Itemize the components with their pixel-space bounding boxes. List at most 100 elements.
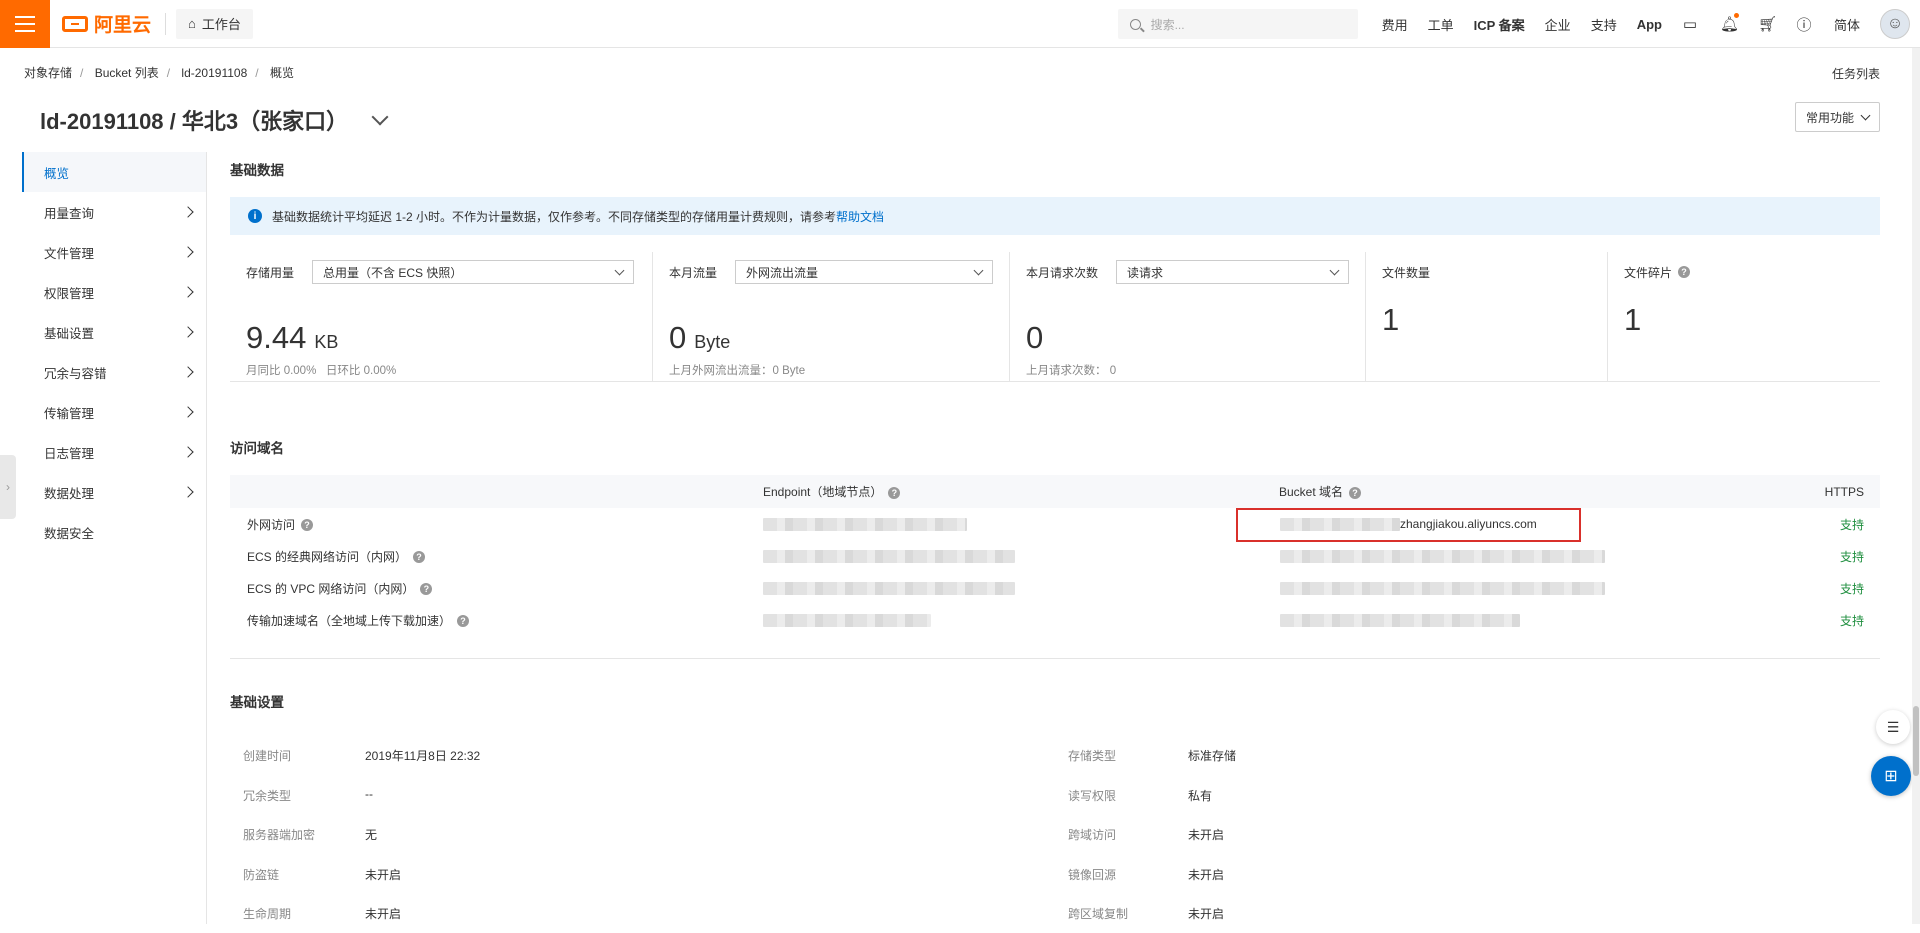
sidebar-item-basic-settings[interactable]: 基础设置 — [22, 312, 206, 352]
chevron-down-icon — [973, 265, 984, 275]
chevron-down-icon[interactable] — [371, 108, 389, 126]
settings-row: 冗余类型 -- 读写权限 私有 — [230, 775, 1880, 815]
section-divider — [230, 658, 1880, 659]
common-functions-button[interactable]: 常用功能 — [1794, 102, 1880, 132]
setting-label: 冗余类型 — [243, 788, 292, 803]
settings-row: 服务器端加密 无 跨域访问 未开启 — [230, 814, 1880, 854]
nav-fees[interactable]: 费用 — [1382, 15, 1408, 34]
help-icon[interactable]: ? — [1678, 266, 1691, 278]
storage-value: 9.44 KB — [246, 320, 339, 355]
help-doc-link[interactable]: 帮助文档 — [836, 208, 884, 225]
menu-icon[interactable] — [0, 0, 50, 48]
search-input[interactable]: 搜索... — [1117, 9, 1358, 39]
sidebar-collapse-tab[interactable]: › — [0, 455, 16, 519]
info-icon: i — [248, 209, 262, 223]
endpoint-value[interactable] — [763, 549, 1015, 564]
logo-divider — [165, 12, 167, 35]
sidebar-item-data-processing[interactable]: 数据处理 — [22, 472, 206, 512]
nav-support[interactable]: 支持 — [1591, 15, 1617, 34]
table-row: 外网访问? zhangjiakou.aliyuncs.com 支持 — [230, 508, 1880, 542]
setting-label: 跨域访问 — [1068, 828, 1117, 842]
sidebar-item-transfer[interactable]: 传输管理 — [22, 392, 206, 432]
breadcrumb-overview: 概览 — [269, 66, 294, 80]
setting-value: 未开启 — [1188, 867, 1225, 882]
bucket-domain-value[interactable] — [1280, 549, 1605, 564]
request-type-select[interactable]: 读请求 — [1116, 260, 1349, 284]
setting-value: -- — [365, 786, 373, 801]
terminal-icon[interactable]: ▭ — [1682, 15, 1698, 33]
storage-type-select[interactable]: 总用量（不含 ECS 快照） — [312, 260, 635, 284]
setting-value: 未开启 — [365, 867, 402, 882]
breadcrumb-oss[interactable]: 对象存储 — [24, 66, 72, 80]
sidebar-item-usage[interactable]: 用量查询 — [22, 192, 206, 232]
breadcrumb-bucket-list[interactable]: Bucket 列表 — [95, 66, 159, 80]
help-icon[interactable]: ? — [1349, 486, 1362, 499]
home-icon: ⌂ — [188, 16, 196, 31]
help-icon[interactable]: ? — [301, 519, 314, 532]
settings-row: 防盗链 未开启 镜像回源 未开启 — [230, 854, 1880, 894]
task-list-link[interactable]: 任务列表 — [1832, 65, 1880, 82]
setting-label: 跨区域复制 — [1068, 907, 1129, 921]
endpoint-value[interactable] — [763, 517, 967, 532]
setting-label: 创建时间 — [243, 749, 292, 763]
traffic-type-select[interactable]: 外网流出流量 — [735, 260, 993, 284]
settings-list: 创建时间 2019年11月8日 22:32 存储类型 标准存储 冗余类型 -- … — [230, 735, 1880, 933]
workbench-button[interactable]: ⌂ 工作台 — [176, 8, 253, 39]
chevron-right-icon — [182, 206, 194, 218]
scrollbar[interactable] — [1912, 48, 1920, 924]
settings-row: 创建时间 2019年11月8日 22:32 存储类型 标准存储 — [230, 735, 1880, 775]
setting-label: 服务器端加密 — [243, 828, 316, 842]
stat-requests: 本月请求次数 读请求 0 上月请求次数： 0 — [1010, 252, 1366, 381]
row-name: ECS 的经典网络访问（内网）? — [247, 548, 426, 565]
endpoint-value[interactable] — [763, 613, 931, 628]
bell-icon[interactable]: 🔔︎ — [1720, 13, 1739, 33]
avatar[interactable]: ☺ — [1880, 9, 1910, 39]
top-navbar: 阿里云 ⌂ 工作台 搜索... 费用 工单 ICP 备案 企业 支持 App ▭ … — [0, 0, 1920, 48]
nav-tickets[interactable]: 工单 — [1428, 15, 1454, 34]
language-switch[interactable]: 简体 — [1834, 15, 1860, 34]
stat-fragments: 文件碎片? 1 — [1608, 252, 1880, 381]
scrollbar-thumb[interactable] — [1913, 706, 1919, 776]
stat-storage: 存储用量 总用量（不含 ECS 快照） 9.44 KB 月同比 0.00% 日环比… — [230, 252, 653, 381]
chevron-right-icon — [182, 326, 194, 338]
help-icon[interactable]: ? — [457, 615, 470, 628]
fragments-value: 1 — [1624, 302, 1642, 337]
cart-icon[interactable]: 🛒︎ — [1758, 15, 1777, 33]
sidebar-item-data-security[interactable]: 数据安全 — [22, 512, 206, 552]
sidebar-item-permissions[interactable]: 权限管理 — [22, 272, 206, 312]
aliyun-logo[interactable]: 阿里云 — [62, 10, 151, 37]
nav-icp[interactable]: ICP 备案 — [1474, 15, 1525, 34]
help-icon[interactable]: ? — [420, 583, 433, 596]
breadcrumb-bucket[interactable]: ld-20191108 — [181, 66, 247, 80]
bucket-domain-value[interactable] — [1280, 613, 1520, 628]
https-status: 支持 — [1839, 517, 1864, 532]
basic-data-title: 基础数据 — [230, 163, 284, 178]
endpoint-value[interactable] — [763, 581, 1015, 596]
bucket-domain-value[interactable] — [1280, 581, 1605, 596]
help-icon[interactable]: ? — [413, 551, 426, 564]
help-icon[interactable]: ⓘ — [1796, 14, 1812, 35]
nav-enterprise[interactable]: 企业 — [1545, 15, 1571, 34]
sidebar-item-logs[interactable]: 日志管理 — [22, 432, 206, 472]
sidebar-item-overview[interactable]: 概览 — [22, 152, 206, 192]
table-header: Endpoint（地域节点）? Bucket 域名? HTTPS — [230, 475, 1880, 508]
setting-label: 生命周期 — [243, 907, 292, 921]
help-icon[interactable]: ? — [888, 486, 901, 499]
chevron-right-icon — [182, 366, 194, 378]
search-icon — [1129, 18, 1141, 30]
sidebar-item-files[interactable]: 文件管理 — [22, 232, 206, 272]
domains-title: 访问域名 — [230, 441, 284, 456]
sidebar-item-redundancy[interactable]: 冗余与容错 — [22, 352, 206, 392]
apps-grid-icon[interactable]: ⊞ — [1871, 756, 1911, 796]
traffic-last-month: 上月外网流出流量：0 Byte — [669, 365, 806, 377]
nav-app[interactable]: App — [1637, 17, 1662, 32]
traffic-value: 0 Byte — [669, 320, 731, 355]
chevron-right-icon — [182, 446, 194, 458]
stat-files: 文件数量 1 — [1366, 252, 1608, 381]
chevron-right-icon — [182, 246, 194, 258]
feedback-chat-icon[interactable]: ☰ — [1876, 710, 1910, 744]
setting-label: 读写权限 — [1068, 788, 1117, 803]
settings-title: 基础设置 — [230, 695, 284, 710]
header-https: HTTPS — [1824, 484, 1864, 499]
https-status: 支持 — [1839, 581, 1864, 596]
